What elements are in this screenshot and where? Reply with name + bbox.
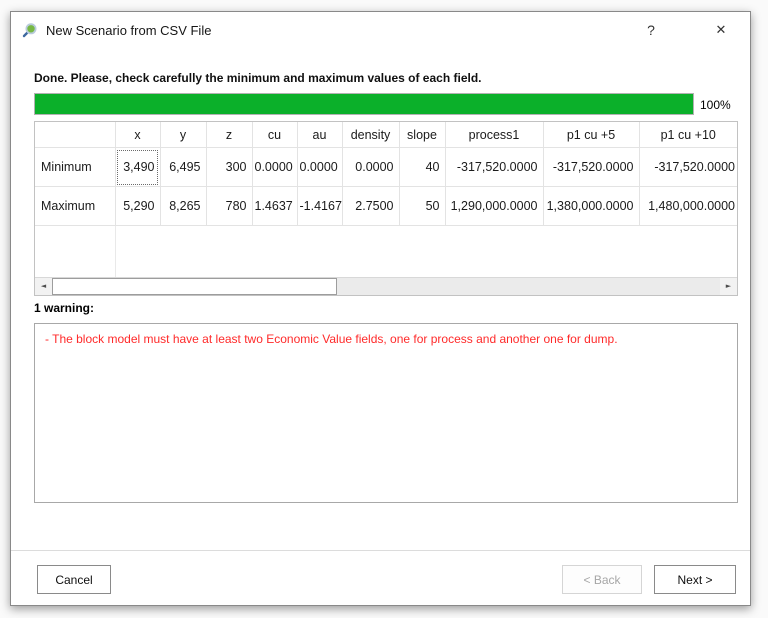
row-header[interactable]: Maximum <box>35 186 116 226</box>
grid-cell[interactable]: -317,520.0000 <box>543 147 640 187</box>
warnings-header: 1 warning: <box>34 301 95 315</box>
grid-cell[interactable]: -1.4167 <box>297 186 343 226</box>
grid-cell[interactable]: 50 <box>399 186 446 226</box>
next-button[interactable]: Next > <box>654 565 736 594</box>
scroll-right-arrow-icon[interactable]: ► <box>720 278 737 295</box>
warnings-box: - The block model must have at least two… <box>34 323 738 503</box>
grid-cell[interactable]: 1,290,000.0000 <box>445 186 544 226</box>
new-scenario-dialog: New Scenario from CSV File ? ✕ Done. Ple… <box>10 11 751 606</box>
row-header[interactable]: Minimum <box>35 147 116 187</box>
window-title: New Scenario from CSV File <box>46 22 212 38</box>
grid-cell[interactable]: 2.7500 <box>342 186 400 226</box>
progress-fill <box>35 94 693 114</box>
grid-cell[interactable]: 6,495 <box>160 147 207 187</box>
cancel-button[interactable]: Cancel <box>37 565 111 594</box>
scroll-left-arrow-icon[interactable]: ◄ <box>35 278 52 295</box>
column-header: p1 cu +10 <box>639 122 737 148</box>
grid-cell[interactable]: 780 <box>206 186 253 226</box>
grid-cell[interactable]: 0.0000 <box>252 147 298 187</box>
column-header <box>35 122 116 148</box>
grid-cell[interactable]: 3,490 <box>115 147 161 187</box>
grid-cell[interactable]: 300 <box>206 147 253 187</box>
footer-divider <box>11 550 750 551</box>
titlebar: New Scenario from CSV File ? ✕ <box>11 12 750 48</box>
column-header: au <box>297 122 343 148</box>
grid-cell[interactable]: 5,290 <box>115 186 161 226</box>
close-icon[interactable]: ✕ <box>706 16 736 44</box>
grid-cell[interactable]: 1,380,000.0000 <box>543 186 640 226</box>
minmax-grid: x y z cu au density slope process1 p1 cu +5 p1 cu… <box>34 121 738 296</box>
grid-cell[interactable]: 8,265 <box>160 186 207 226</box>
column-header: x <box>115 122 161 148</box>
horizontal-scrollbar[interactable]: ◄ ► <box>35 277 737 295</box>
grid-cell[interactable]: 0.0000 <box>297 147 343 187</box>
column-header: process1 <box>445 122 544 148</box>
progress-percent-label: 100% <box>700 98 731 112</box>
grid-cell[interactable]: 1,480,000.0000 <box>639 186 737 226</box>
grid-cell[interactable]: 1.4637 <box>252 186 298 226</box>
grid-cell[interactable]: -317,520.0000 <box>445 147 544 187</box>
table-row: Maximum 5,290 8,265 780 1.4637 -1.4167 2.7500 5… <box>35 186 737 226</box>
warning-item: - The block model must have at least two… <box>45 332 618 346</box>
status-message: Done. Please, check carefully the minimu… <box>34 71 482 85</box>
column-header: y <box>160 122 207 148</box>
scrollbar-thumb[interactable] <box>52 278 337 295</box>
magnifier-app-icon <box>22 22 37 37</box>
column-header: slope <box>399 122 446 148</box>
help-icon[interactable]: ? <box>636 16 666 44</box>
table-row: Minimum 3,490 6,495 300 0.0000 0.0000 0.0000 40… <box>35 147 737 187</box>
grid-empty-area <box>35 226 737 277</box>
column-header: z <box>206 122 253 148</box>
column-header: cu <box>252 122 298 148</box>
column-header: p1 cu +5 <box>543 122 640 148</box>
grid-cell[interactable]: -317,520.0000 <box>639 147 737 187</box>
grid-cell[interactable]: 40 <box>399 147 446 187</box>
column-header: density <box>342 122 400 148</box>
grid-cell[interactable]: 0.0000 <box>342 147 400 187</box>
progress-bar <box>34 93 694 115</box>
minmax-table: x y z cu au density slope process1 p1 cu +5 p1 cu… <box>35 122 737 226</box>
back-button[interactable]: < Back <box>562 565 642 594</box>
